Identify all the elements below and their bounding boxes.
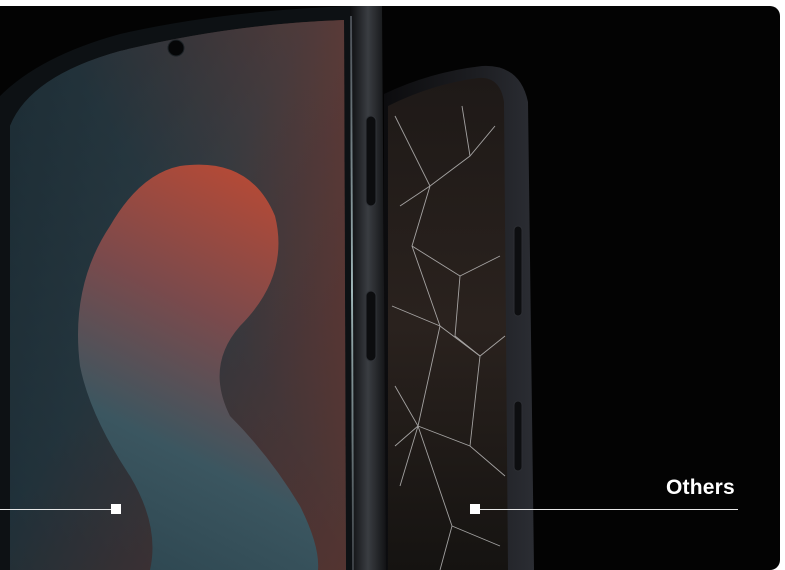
others-label: Others (666, 476, 735, 499)
left-pointer-line (0, 509, 112, 510)
comparison-stage: Others (0, 6, 780, 570)
square-marker-icon (111, 504, 121, 514)
right-pointer-line (478, 509, 738, 510)
square-marker-icon (470, 504, 480, 514)
phones-illustration (0, 6, 534, 570)
